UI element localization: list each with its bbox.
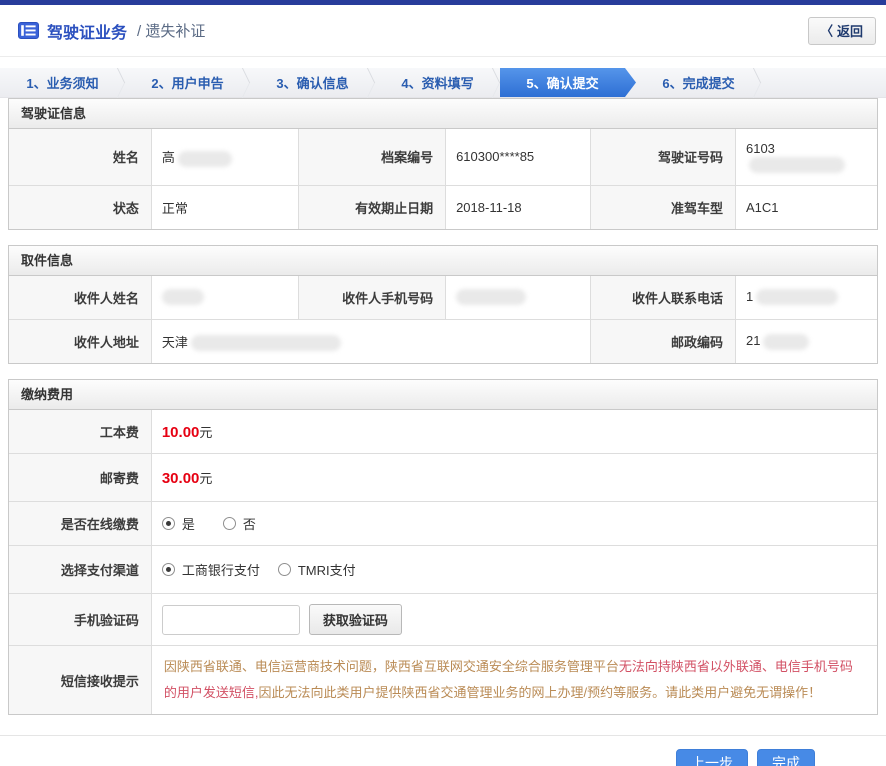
step-6-complete-submit[interactable]: 6、完成提交 [636,68,761,97]
recipient-name-value [151,276,298,320]
recipient-mobile-value [446,276,591,320]
finish-button[interactable]: 完成 [757,749,815,766]
redacted-blur [191,335,341,351]
header-title-group: 驾驶证业务 / 遗失补证 [18,19,205,43]
table-row: 邮寄费 30.00元 [9,454,877,502]
step-2-user-declaration[interactable]: 2、用户申告 [125,68,250,97]
page-header: 驾驶证业务 / 遗失补证 〈 返回 [0,5,886,57]
step-3-confirm-info[interactable]: 3、确认信息 [250,68,375,97]
expiry-date-value: 2018-11-18 [446,185,591,229]
step-4-fill-materials[interactable]: 4、资料填写 [375,68,500,97]
redacted-blur [178,151,232,167]
document-list-icon [18,22,39,39]
license-section-title: 驾驶证信息 [9,99,877,129]
license-info-table: 姓名 高 档案编号 610300****85 驾驶证号码 6103 状态 正常 … [9,129,877,229]
postcode-value: 21 [735,319,877,363]
work-fee-label: 工本费 [9,410,151,454]
file-number-value: 610300****85 [446,129,591,185]
license-number-value: 6103 [735,129,877,185]
page-subtitle: / 遗失补证 [137,20,205,41]
table-row: 短信接收提示 因陕西省联通、电信运营商技术问题，陕西省互联网交通安全综合服务管理… [9,646,877,715]
status-label: 状态 [9,185,151,229]
pickup-info-table: 收件人姓名 收件人手机号码 收件人联系电话 1 收件人地址 天津 邮政编码 21 [9,276,877,364]
name-label: 姓名 [9,129,151,185]
expiry-date-label: 有效期止日期 [298,185,446,229]
fees-section-title: 缴纳费用 [9,380,877,410]
recipient-address-label: 收件人地址 [9,319,151,363]
back-button[interactable]: 〈 返回 [808,17,876,45]
radio-selected-icon [162,517,175,530]
table-row: 收件人地址 天津 邮政编码 21 [9,319,877,363]
recipient-phone-label: 收件人联系电话 [591,276,736,320]
redacted-blur [456,289,526,305]
step-1-business-notice[interactable]: 1、业务须知 [0,68,125,97]
redacted-blur [756,289,838,305]
sms-notice-label: 短信接收提示 [9,646,151,715]
name-value: 高 [151,129,298,185]
payment-fees-section: 缴纳费用 工本费 10.00元 邮寄费 30.00元 是否在线缴费 是 否 [8,379,878,715]
payment-channel-options: 工商银行支付 TMRI支付 [151,546,877,594]
get-sms-code-button[interactable]: 获取验证码 [309,604,402,635]
license-info-section: 驾驶证信息 姓名 高 档案编号 610300****85 驾驶证号码 6103 … [8,98,878,230]
recipient-mobile-label: 收件人手机号码 [298,276,446,320]
redacted-blur [763,334,809,350]
step-5-confirm-submit-active[interactable]: 5、确认提交 [500,68,636,97]
license-number-label: 驾驶证号码 [591,129,736,185]
step-wizard-filler [761,68,886,97]
table-row: 是否在线缴费 是 否 [9,502,877,546]
redacted-blur [162,289,204,305]
payment-channel-label: 选择支付渠道 [9,546,151,594]
radio-pay-online-no[interactable]: 否 [223,514,256,533]
postcode-label: 邮政编码 [591,319,736,363]
back-chevron-icon: 〈 [821,21,833,40]
back-button-label: 返回 [837,21,863,40]
redacted-blur [749,157,845,173]
recipient-phone-value: 1 [735,276,877,320]
footer-actions: 上一步 完成 [0,735,886,766]
table-row: 工本费 10.00元 [9,410,877,454]
radio-unselected-icon [278,563,291,576]
table-row: 选择支付渠道 工商银行支付 TMRI支付 [9,546,877,594]
sms-code-label: 手机验证码 [9,594,151,646]
table-row: 手机验证码 获取验证码 [9,594,877,646]
radio-channel-icbc[interactable]: 工商银行支付 [162,560,260,579]
pickup-section-title: 取件信息 [9,246,877,276]
table-row: 状态 正常 有效期止日期 2018-11-18 准驾车型 A1C1 [9,185,877,229]
page-title: 驾驶证业务 [47,19,127,43]
radio-channel-tmri[interactable]: TMRI支付 [278,560,356,579]
work-fee-value: 10.00元 [151,410,877,454]
vehicle-class-value: A1C1 [735,185,877,229]
table-row: 收件人姓名 收件人手机号码 收件人联系电话 1 [9,276,877,320]
previous-step-button[interactable]: 上一步 [676,749,748,766]
mail-fee-value: 30.00元 [151,454,877,502]
payment-fees-table: 工本费 10.00元 邮寄费 30.00元 是否在线缴费 是 否 [9,410,877,714]
recipient-name-label: 收件人姓名 [9,276,151,320]
pickup-info-section: 取件信息 收件人姓名 收件人手机号码 收件人联系电话 1 收件人地址 天津 邮政… [8,245,878,365]
pay-online-options: 是 否 [151,502,877,546]
sms-notice-text: 因陕西省联通、电信运营商技术问题，陕西省互联网交通安全综合服务管理平台无法向持陕… [151,646,877,715]
radio-selected-icon [162,563,175,576]
file-number-label: 档案编号 [298,129,446,185]
sms-code-input[interactable] [162,605,300,635]
vehicle-class-label: 准驾车型 [591,185,736,229]
status-value: 正常 [151,185,298,229]
radio-pay-online-yes[interactable]: 是 [162,514,195,533]
step-wizard: 1、业务须知 2、用户申告 3、确认信息 4、资料填写 5、确认提交 6、完成提… [0,68,886,98]
sms-code-field-area: 获取验证码 [151,594,877,646]
radio-unselected-icon [223,517,236,530]
table-row: 姓名 高 档案编号 610300****85 驾驶证号码 6103 [9,129,877,185]
pay-online-label: 是否在线缴费 [9,502,151,546]
recipient-address-value: 天津 [151,319,590,363]
mail-fee-label: 邮寄费 [9,454,151,502]
